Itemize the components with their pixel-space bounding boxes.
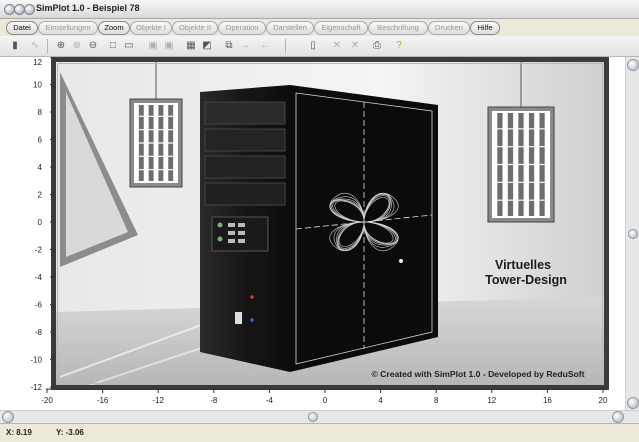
menu-darstellen[interactable]: Darstellen [266,21,314,35]
x-tick-label: 16 [543,396,552,405]
curve-icon[interactable]: ∿ [28,39,42,53]
usb-port [238,239,245,243]
x-tick-label: 20 [599,396,608,405]
phone-icon[interactable]: ▮ [8,39,22,53]
menu-eigenschaft[interactable]: Eigenschaft [314,21,368,35]
drive-bay-1 [204,101,286,125]
caption-line-1: Virtuelles [495,258,551,272]
y-ticks: 12 10 8 6 4 2 0 -2 -4 -6 -8 -10 -12 [30,56,54,392]
power-button [235,312,242,324]
scroll-right-icon[interactable] [612,411,624,423]
hdd-led [217,236,223,242]
red-led [250,295,254,299]
drive-bay-2 [204,128,286,152]
menu-objekte-1[interactable]: Objekte I [130,21,172,35]
scroll-left-icon[interactable] [2,411,14,423]
menu-beschriftung[interactable]: Beschriftung [368,21,428,35]
arrow-left-icon[interactable]: ← [258,39,272,53]
y-tick-label: 2 [38,191,43,200]
horizontal-scroll-thumb[interactable] [308,412,318,422]
square-icon[interactable]: □ [106,39,120,53]
x-tick-label: -16 [97,396,109,405]
x-tick-label: 8 [434,396,439,405]
y-tick-label: 4 [38,163,43,172]
menu-einstellungen[interactable]: Einstellungen [38,21,98,35]
usb-port [238,231,245,235]
copy-icon[interactable]: ⧉ [222,39,236,53]
maximize-window-icon[interactable] [24,4,35,15]
menu-datei[interactable]: Datei [6,21,38,35]
y-tick-label: 12 [33,58,42,67]
zoom-region-icon[interactable]: ⊕ [70,39,84,53]
plot-canvas[interactable]: Virtuelles Tower-Design © Created with S… [0,56,639,410]
usb-port [228,239,235,243]
y-tick-label: -10 [30,356,42,365]
usb-port [228,223,235,227]
credit-text: © Created with SimPlot 1.0 - Developed b… [371,369,584,379]
x-tick-label: -12 [152,396,164,405]
y-tick-label: -12 [30,383,42,392]
help-bulb-icon[interactable]: ? [392,39,406,53]
y-tick-label: 0 [38,218,43,227]
menu-drucken[interactable]: Drucken [428,21,470,35]
power-led [217,222,223,228]
window-title: SimPlot 1.0 - Beispiel 78 [36,3,140,13]
grid-icon[interactable]: ▦ [184,39,198,53]
menu-zoom[interactable]: Zoom [98,21,130,35]
color-picker-icon[interactable]: ◩ [200,39,214,53]
zoom-out-icon[interactable]: ⊖ [86,39,100,53]
status-x-coordinate: X: 8.19 [6,428,32,437]
scroll-down-icon[interactable] [627,397,639,409]
x-tick-label: -20 [41,396,53,405]
menu-hilfe[interactable]: Hilfe [470,21,500,35]
blue-led [250,318,254,322]
x-tick-label: -8 [210,396,218,405]
horizontal-scrollbar[interactable] [0,410,639,423]
x-ticks: -20 -16 -12 -8 -4 0 4 8 12 16 20 [41,389,608,405]
vent-right-bars [492,111,550,218]
cross-2-icon[interactable]: ✕ [348,39,362,53]
vertical-scrollbar[interactable] [625,57,639,410]
menu-bar: Datei Einstellungen Zoom Objekte I Objek… [0,19,639,35]
cross-icon[interactable]: ✕ [330,39,344,53]
x-tick-label: 12 [487,396,496,405]
x-tick-label: 4 [378,396,383,405]
title-bar: SimPlot 1.0 - Beispiel 78 [0,0,639,19]
usb-port [238,223,245,227]
toolbar-separator [285,39,286,53]
menu-operation[interactable]: Operation [218,21,266,35]
y-tick-label: 6 [38,136,43,145]
curve-point [399,259,403,263]
caption-line-2: Tower-Design [485,273,567,287]
y-tick-label: -4 [35,273,43,282]
usb-port [228,231,235,235]
zoom-in-icon[interactable]: ⊕ [54,39,68,53]
frame-icon[interactable]: ▣ [146,39,160,53]
window-icon[interactable]: ▭ [122,39,136,53]
drive-bay-3 [204,155,286,179]
page-icon[interactable]: ▯ [306,39,320,53]
y-tick-label: -6 [35,301,43,310]
frame-2-icon[interactable]: ▣ [162,39,176,53]
drive-bay-4 [204,182,286,206]
arrow-right-icon[interactable]: → [238,39,252,53]
menu-objekte-2[interactable]: Objekte II [172,21,218,35]
toolbar: ▮ ∿ ⊕ ⊕ ⊖ □ ▭ ▣ ▣ ▦ ◩ ⧉ → ← ▯ ✕ ✕ ⎙ ? [0,36,639,57]
printer-icon[interactable]: ⎙ [370,39,384,53]
scene: Virtuelles Tower-Design © Created with S… [56,62,604,386]
plot-area[interactable]: Virtuelles Tower-Design © Created with S… [0,56,639,410]
y-tick-label: 8 [38,108,43,117]
y-tick-label: 10 [33,81,42,90]
vertical-scroll-thumb[interactable] [628,229,638,239]
x-tick-label: -4 [266,396,274,405]
status-y-coordinate: Y: -3.06 [56,428,84,437]
y-tick-label: -8 [35,328,43,337]
y-tick-label: -2 [35,246,43,255]
x-tick-label: 0 [323,396,328,405]
vent-left-bars [134,103,178,183]
scroll-up-icon[interactable] [627,59,639,71]
toolbar-separator [47,39,48,53]
status-bar: X: 8.19 Y: -3.06 [0,423,639,442]
